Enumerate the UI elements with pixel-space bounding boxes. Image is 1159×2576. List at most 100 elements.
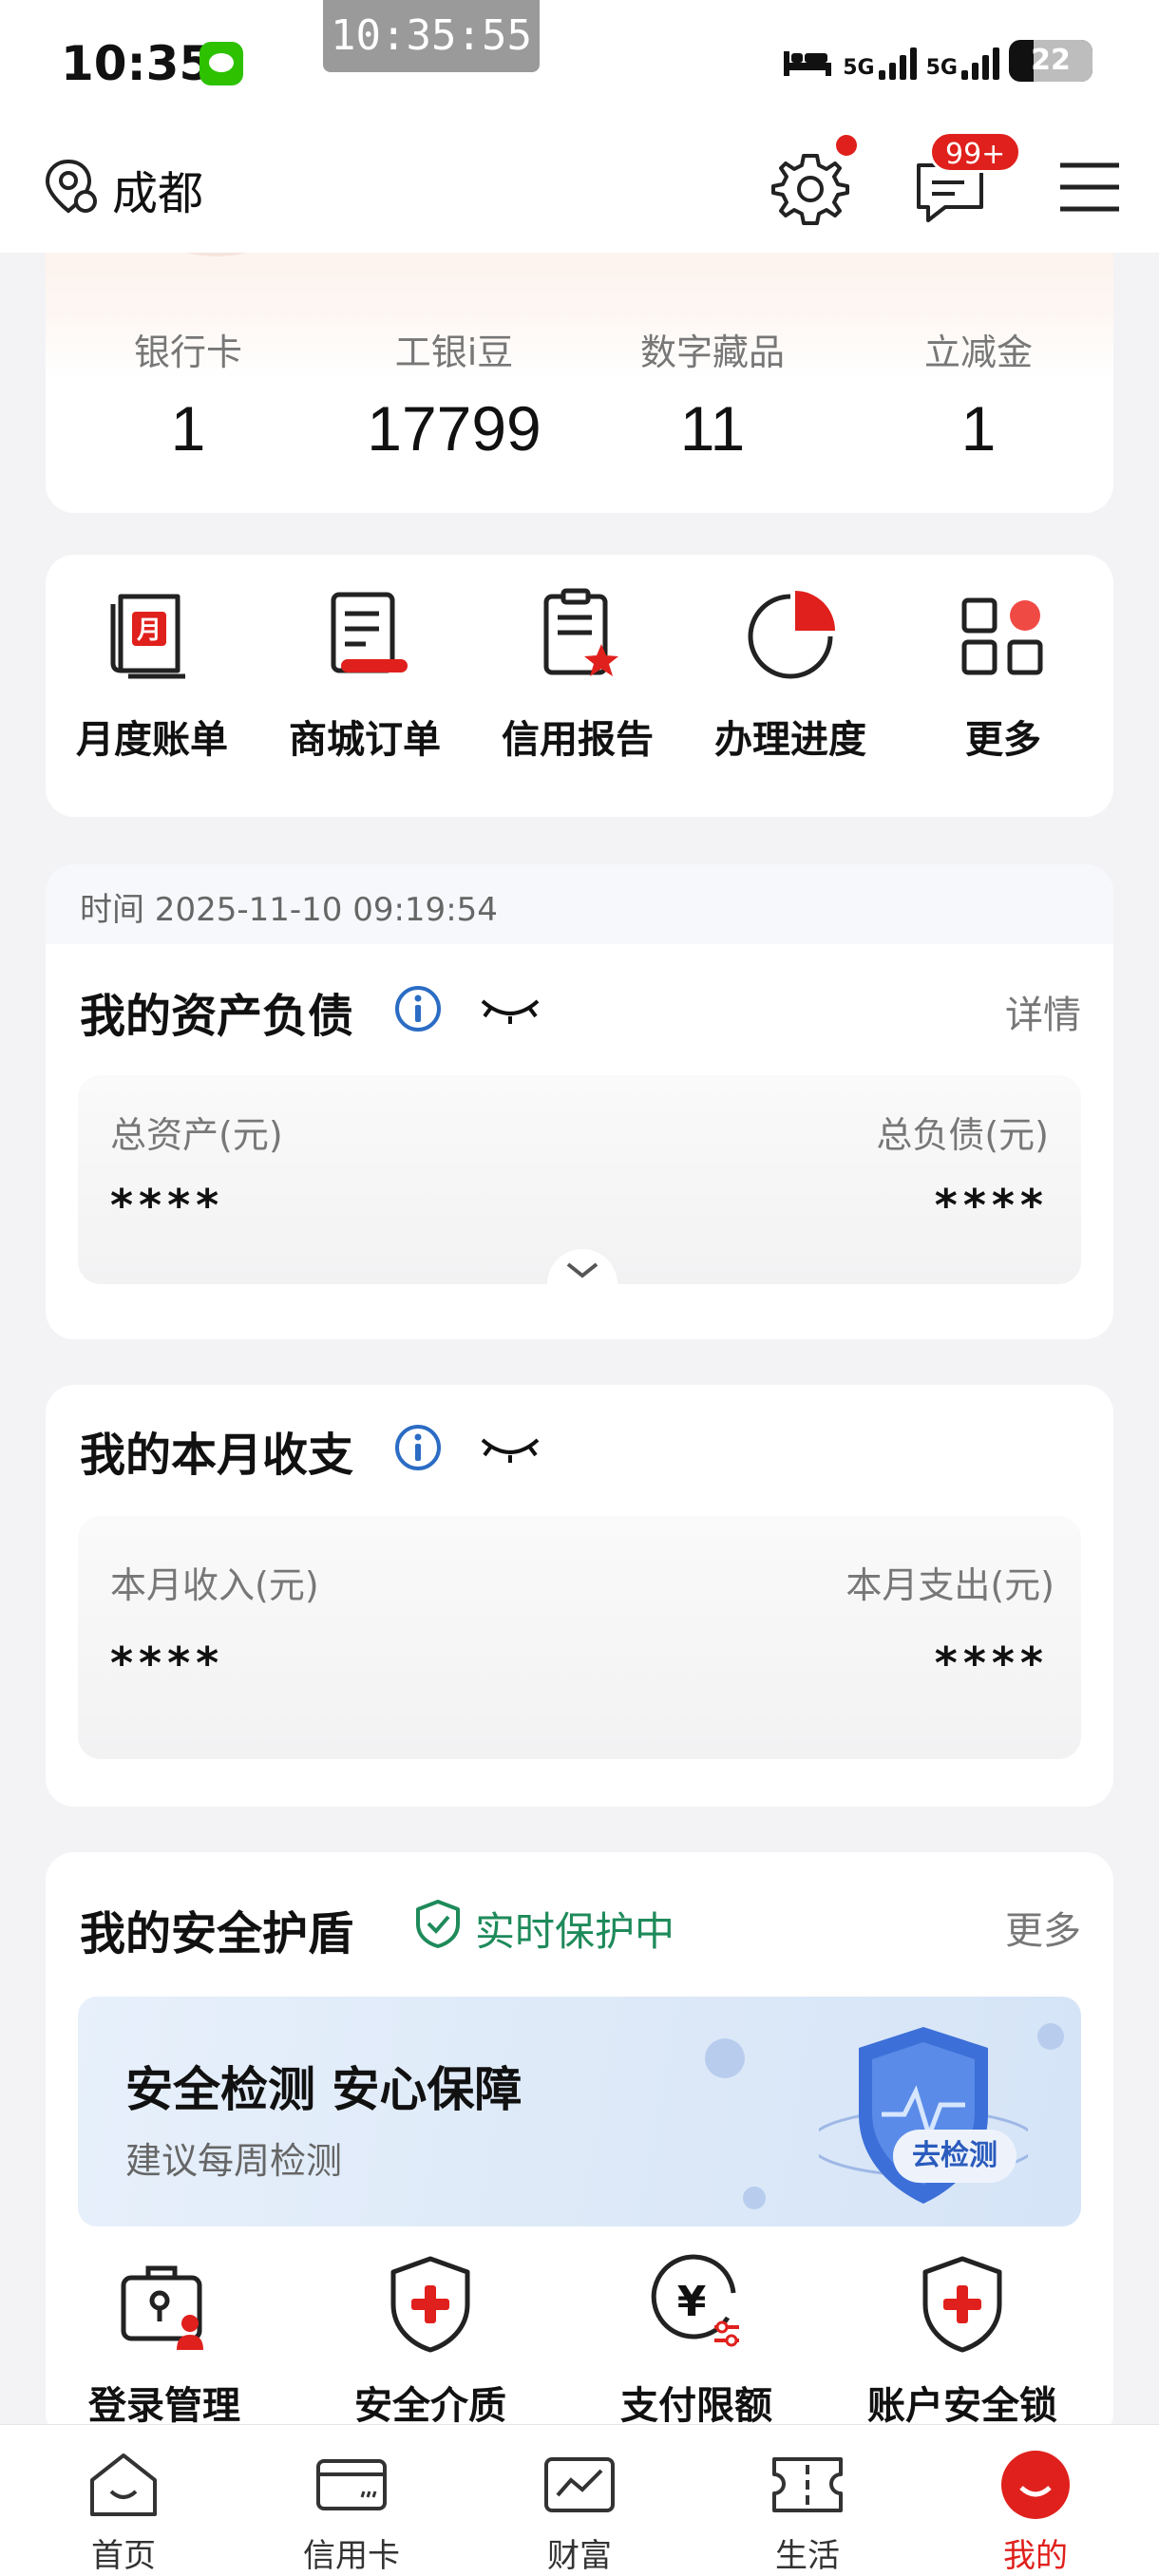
network-type-2: 5G [925,56,958,80]
income-label: 本月收入(元) [110,1564,319,1606]
nav-wealth[interactable]: 财富 [484,2446,674,2576]
battery-level: 22 [1031,44,1071,77]
shortcut-label: 更多 [965,718,1041,762]
monthly-inner-panel: 本月收入(元) **** 本月支出(元) **** [78,1516,1081,1759]
total-liabilities-label: 总负债(元) [876,1114,1049,1156]
detect-button[interactable]: 去检测 [893,2130,1016,2183]
mall-order-icon [331,592,408,673]
nav-credit-card[interactable]: 信用卡 [256,2446,446,2576]
status-bar: 10:35 10:35:55 5G 5G 22 [0,0,1159,123]
security-more-link[interactable]: 更多 [1005,1900,1081,1955]
expense-label: 本月支出(元) [846,1564,1054,1606]
svg-text:¥: ¥ [677,2278,707,2326]
update-time-bar: 时间 2025-11-10 09:19:54 [46,864,1113,944]
assets-detail-link[interactable]: 详情 [1005,984,1081,1039]
shortcut-progress[interactable]: 办理进度 [684,583,897,764]
security-item-label: 登录管理 [88,2384,240,2428]
message-badge: 99+ [929,131,1022,173]
shortcut-credit-report[interactable]: 信用报告 [471,583,684,764]
stat-value: 1 [170,393,206,464]
shortcut-more[interactable]: 更多 [897,583,1110,764]
stat-digital-collectibles[interactable]: 数字藏品 11 [589,323,836,464]
top-header: 成都 99+ [0,123,1159,253]
security-item-payment-limit[interactable]: ¥ 支付限额 [578,2251,815,2430]
monthly-income-expense-card: 我的本月收支 本月收入(元) **** 本月支出(元) **** [46,1385,1113,1807]
shortcut-mall-order[interactable]: 商城订单 [258,583,471,764]
wealth-icon [544,2457,615,2512]
info-icon[interactable] [393,984,443,1033]
sleep-mode-icon [784,51,832,76]
signal-2-icon: 5G [926,42,999,80]
shortcut-label: 办理进度 [714,718,866,762]
status-time: 10:35 [61,36,213,91]
banner-title: 安全检测 安心保障 [125,2062,522,2117]
account-lock-icon [922,2256,1002,2353]
location-icon[interactable] [40,156,101,217]
nav-label: 生活 [775,2537,840,2575]
decor-bubble [705,2038,745,2078]
banner-subtitle: 建议每周检测 [125,2140,343,2182]
settings-red-dot [836,135,857,156]
stat-icbc-beans[interactable]: 工银i豆 17799 [331,323,578,464]
nav-label: 财富 [547,2537,612,2575]
expand-button[interactable] [547,1249,618,1291]
security-item-login-manage[interactable]: 登录管理 [46,2251,283,2430]
security-check-banner[interactable]: 安全检测 安心保障 建议每周检测 去检测 [78,1997,1081,2226]
clock-overlay: 10:35:55 [323,0,540,72]
expense-value: **** [934,1638,1049,1689]
menu-icon[interactable] [1053,144,1138,230]
progress-icon [748,591,835,679]
info-icon[interactable] [393,1423,443,1472]
chevron-down-icon [566,1262,598,1279]
stat-label: 数字藏品 [639,331,785,373]
nav-label: 我的 [1003,2537,1068,2575]
stat-bank-card[interactable]: 银行卡 1 [65,323,312,464]
monthly-bill-icon: 月 [110,594,185,679]
shield-check-icon [416,1900,460,1948]
protection-status: 实时保护中 [475,1908,675,1955]
security-item-account-lock[interactable]: 账户安全锁 [844,2251,1081,2430]
settings-gear-icon[interactable] [768,144,853,230]
nav-mine[interactable]: 我的 [940,2446,1130,2576]
stat-value: 11 [679,393,746,464]
signal-1-icon: 5G [843,42,917,80]
nav-label: 信用卡 [303,2537,400,2575]
shortcut-label: 信用报告 [502,718,654,762]
security-item-medium[interactable]: 安全介质 [312,2251,549,2430]
hide-eye-icon[interactable] [479,1432,542,1465]
decor-bubble [1037,2023,1064,2050]
shortcut-label: 月度账单 [76,718,228,762]
status-icons: 5G 5G 22 [782,40,1092,82]
nav-label: 首页 [91,2537,156,2575]
account-stats-card: 银行卡 1 工银i豆 17799 数字藏品 11 立减金 1 [46,218,1113,513]
stat-value: 1 [960,393,997,464]
security-shield-icon [819,2027,1028,2204]
nav-life[interactable]: 生活 [712,2446,902,2576]
total-assets-label: 总资产(元) [110,1114,283,1156]
mine-icon [1001,2451,1070,2519]
security-item-label: 支付限额 [620,2384,772,2428]
stat-label: 工银i豆 [394,331,514,373]
location-city[interactable]: 成都 [112,156,203,222]
stat-value: 17799 [367,393,542,464]
shortcut-label: 商城订单 [289,718,441,762]
update-time: 时间 2025-11-10 09:19:54 [80,891,498,929]
stat-discount-gold[interactable]: 立减金 1 [855,323,1102,464]
credit-card-icon [316,2459,387,2510]
security-item-label: 账户安全锁 [867,2384,1057,2428]
security-title: 我的安全护盾 [80,1907,354,1960]
hide-eye-icon[interactable] [479,994,542,1026]
home-icon [90,2453,157,2516]
shortcuts-card: 月 月度账单 商城订单 信用报告 办理进度 更多 [46,555,1113,817]
stat-label: 银行卡 [133,331,242,373]
credit-report-icon [543,588,618,676]
stat-label: 立减金 [923,331,1033,373]
security-shield-card: 我的安全护盾 实时保护中 更多 安全检测 安心保障 建议每周检测 去检测 登录管… [46,1852,1113,2441]
shortcut-monthly-bill[interactable]: 月 月度账单 [46,583,258,764]
network-type-1: 5G [843,56,875,80]
income-value: **** [110,1638,225,1689]
security-item-label: 安全介质 [354,2384,506,2428]
svg-text:月: 月 [136,616,162,645]
life-ticket-icon [772,2457,843,2512]
nav-home[interactable]: 首页 [28,2446,218,2576]
